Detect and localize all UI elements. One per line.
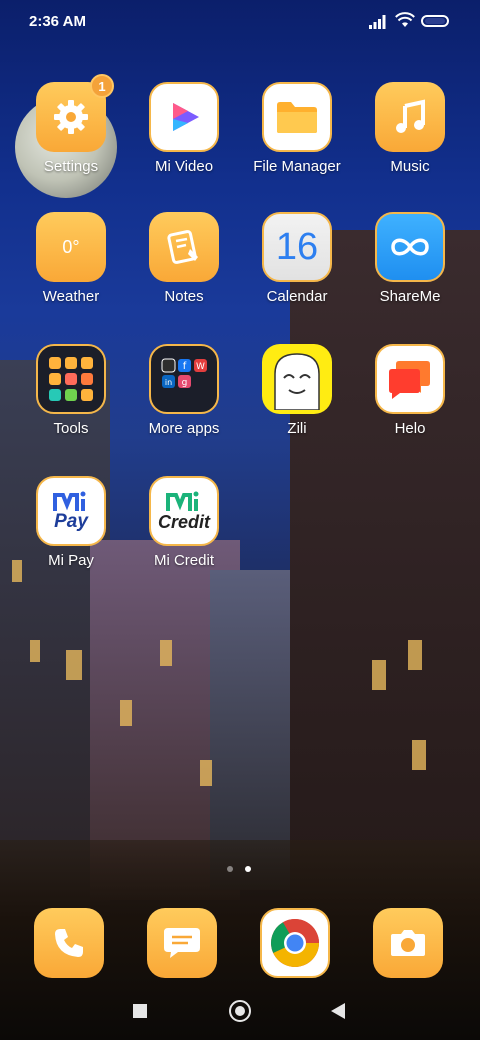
app-label: Tools bbox=[53, 420, 89, 437]
app-zili[interactable]: Zili bbox=[247, 344, 347, 437]
notification-badge: 1 bbox=[90, 74, 114, 98]
svg-text:f: f bbox=[183, 361, 187, 372]
app-label: Notes bbox=[164, 288, 204, 305]
clock: 2:36 AM bbox=[29, 13, 86, 30]
app-label: Music bbox=[390, 158, 430, 175]
app-weather[interactable]: 0° Weather bbox=[21, 212, 121, 305]
home-button[interactable] bbox=[229, 1000, 251, 1022]
app-label: Helo bbox=[394, 420, 426, 437]
app-label: Mi Pay bbox=[48, 552, 94, 569]
play-icon bbox=[149, 82, 219, 152]
back-button[interactable] bbox=[331, 1003, 345, 1019]
ghost-face-icon bbox=[262, 344, 332, 414]
app-label: Mi Credit bbox=[153, 552, 214, 569]
app-label: More apps bbox=[148, 420, 220, 437]
app-music[interactable]: Music bbox=[360, 82, 460, 175]
status-bar: 2:36 AM bbox=[0, 0, 480, 44]
app-notes[interactable]: Notes bbox=[134, 212, 234, 305]
calendar-icon: 16 bbox=[262, 212, 332, 282]
building-right bbox=[290, 230, 480, 920]
app-mi-pay[interactable]: Pay Mi Pay bbox=[21, 476, 121, 569]
lit-window bbox=[200, 760, 212, 786]
gear-icon: 1 bbox=[36, 74, 114, 152]
svg-text:W: W bbox=[196, 362, 205, 372]
app-shareme[interactable]: ShareMe bbox=[360, 212, 460, 305]
mi-credit-logo-text: Credit bbox=[157, 512, 210, 532]
mi-pay-logo-text: Pay bbox=[54, 511, 88, 532]
app-label: Mi Video bbox=[154, 158, 214, 175]
message-icon bbox=[147, 908, 217, 978]
lit-window bbox=[30, 640, 40, 662]
folder-tools[interactable]: Tools bbox=[21, 344, 121, 437]
wifi-icon bbox=[395, 12, 415, 27]
folder-icon bbox=[262, 82, 332, 152]
apps-folder-icon: f W in g bbox=[149, 344, 219, 414]
app-calendar[interactable]: 16 Calendar bbox=[247, 212, 347, 305]
lit-window bbox=[160, 640, 172, 666]
app-label: ShareMe bbox=[379, 288, 441, 305]
battery-icon bbox=[421, 15, 449, 27]
calendar-date: 16 bbox=[275, 225, 319, 268]
app-label: Zili bbox=[287, 420, 307, 437]
svg-text:in: in bbox=[165, 378, 172, 387]
app-label: Settings bbox=[43, 158, 99, 175]
app-label: Calendar bbox=[266, 288, 328, 305]
chrome-icon bbox=[260, 908, 330, 978]
app-mi-credit[interactable]: Credit Mi Credit bbox=[134, 476, 234, 569]
lit-window bbox=[120, 700, 132, 726]
camera-icon bbox=[373, 908, 443, 978]
app-label: File Manager bbox=[253, 158, 341, 175]
mi-pay-logo: Pay bbox=[36, 476, 106, 546]
dock-chrome[interactable] bbox=[260, 908, 330, 978]
page-dot-active[interactable] bbox=[245, 866, 251, 872]
app-label: Weather bbox=[42, 288, 100, 305]
chat-bubbles-icon bbox=[375, 344, 445, 414]
recents-button[interactable] bbox=[133, 1004, 147, 1018]
lit-window bbox=[66, 650, 82, 680]
navigation-bar bbox=[0, 992, 480, 1040]
tools-folder-icon bbox=[36, 344, 106, 414]
dock-camera[interactable] bbox=[373, 908, 443, 978]
dock-phone[interactable] bbox=[34, 908, 104, 978]
dock-messages[interactable] bbox=[147, 908, 217, 978]
app-helo[interactable]: Helo bbox=[360, 344, 460, 437]
music-note-icon bbox=[375, 82, 445, 152]
app-mi-video[interactable]: Mi Video bbox=[134, 82, 234, 175]
folder-more-apps[interactable]: f W in g More apps bbox=[134, 344, 234, 437]
mi-credit-logo: Credit bbox=[149, 476, 219, 546]
lit-window bbox=[412, 740, 426, 770]
lit-window bbox=[408, 640, 422, 670]
app-settings[interactable]: 1 Settings bbox=[21, 74, 121, 175]
weather-temp: 0° bbox=[62, 236, 80, 257]
note-pencil-icon bbox=[149, 212, 219, 282]
app-file-manager[interactable]: File Manager bbox=[247, 82, 347, 175]
lit-window bbox=[372, 660, 386, 690]
signal-icon bbox=[369, 15, 386, 29]
weather-icon: 0° bbox=[36, 212, 106, 282]
svg-text:g: g bbox=[182, 378, 188, 388]
infinity-icon bbox=[375, 212, 445, 282]
page-dot[interactable] bbox=[227, 866, 233, 872]
phone-icon bbox=[34, 908, 104, 978]
